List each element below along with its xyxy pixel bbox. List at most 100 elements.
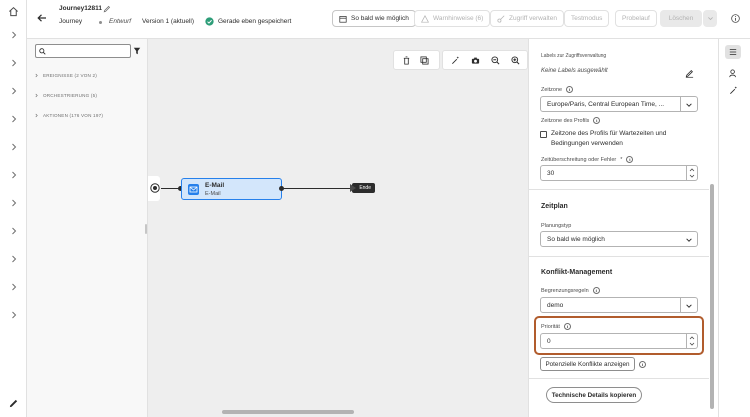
email-icon xyxy=(188,184,199,195)
select-divider xyxy=(680,97,681,111)
back-arrow-icon[interactable] xyxy=(36,12,48,24)
priority-input[interactable]: 0 xyxy=(540,333,698,349)
group-label: AKTIONEN (176 VON 197) xyxy=(43,113,104,118)
schedule-button-label: So bald wie möglich xyxy=(351,15,409,22)
connector-line xyxy=(282,188,352,189)
info-icon[interactable]: i xyxy=(626,156,634,163)
info-icon[interactable]: i xyxy=(592,287,600,294)
status-dot xyxy=(99,21,102,24)
horizontal-scrollbar[interactable] xyxy=(222,410,354,414)
schedule-button[interactable]: So bald wie möglich xyxy=(332,10,416,27)
chevron-right-icon[interactable] xyxy=(9,254,19,264)
show-conflicts-button[interactable]: Potenzielle Konflikte anzeigen xyxy=(540,357,635,371)
chevron-right-icon[interactable] xyxy=(9,86,19,96)
manage-access-button[interactable]: Zugriff verwalten xyxy=(490,10,564,27)
group-actions[interactable]: AKTIONEN (176 VON 197) xyxy=(34,113,103,118)
journey-properties-panel: Labels zur Zugriffsverwaltung Keine Labe… xyxy=(528,39,718,417)
schedule-type-select[interactable]: So bald wie möglich xyxy=(540,231,698,247)
node-subtitle: E-Mail xyxy=(205,191,221,197)
canvas-toolbar-view xyxy=(442,50,528,70)
zoom-out-icon[interactable] xyxy=(491,56,500,65)
email-action-node[interactable]: E-Mail E-Mail xyxy=(181,178,282,200)
dry-run-button[interactable]: Probelauf xyxy=(615,10,657,27)
test-mode-button[interactable]: Testmodus xyxy=(564,10,610,27)
rules-select[interactable]: demo xyxy=(540,297,698,313)
required-marker: * xyxy=(620,156,623,163)
profile-timezone-checkbox[interactable] xyxy=(540,131,547,138)
timeout-stepper[interactable] xyxy=(686,166,697,180)
chevron-right-icon[interactable] xyxy=(9,282,19,292)
magic-wand-icon[interactable] xyxy=(729,86,738,95)
copy-tech-details-button[interactable]: Technische Details kopieren xyxy=(546,387,642,403)
end-arrow-icon xyxy=(350,184,356,192)
info-icon[interactable]: i xyxy=(593,117,601,124)
chevron-down-icon xyxy=(686,304,692,308)
chevron-right-icon[interactable] xyxy=(9,198,19,208)
node-title: E-Mail xyxy=(205,182,225,189)
calendar-icon xyxy=(339,15,347,23)
properties-tab[interactable] xyxy=(725,45,741,59)
delete-button[interactable]: Löschen xyxy=(660,10,702,27)
save-state: Gerade eben gespeichert xyxy=(218,18,292,25)
group-label: ORCHESTRIERUNG (5) xyxy=(43,93,98,98)
timeout-value: 30 xyxy=(547,169,555,177)
timezone-label: Zeitzone i xyxy=(541,86,574,93)
search-input[interactable] xyxy=(35,44,131,58)
group-orchestration[interactable]: ORCHESTRIERUNG (5) xyxy=(34,93,97,98)
chevron-down-icon xyxy=(686,103,692,107)
chevron-right-icon[interactable] xyxy=(9,170,19,180)
chevron-down-icon xyxy=(686,238,692,242)
chevron-right-icon[interactable] xyxy=(9,142,19,152)
schedule-type-label: Planungstyp xyxy=(541,223,572,229)
profile-timezone-label: Zeitzone des Profils i xyxy=(541,117,601,124)
canvas-toolbar-edit xyxy=(393,50,440,70)
timezone-select[interactable]: Europe/Paris, Central European Time, ... xyxy=(540,96,698,112)
journey-type: Journey xyxy=(59,18,83,25)
warnings-button[interactable]: Warnhinweise (6) xyxy=(414,10,491,27)
check-circle-icon xyxy=(205,17,214,26)
priority-label: Priorität i xyxy=(541,323,571,330)
info-icon[interactable]: i xyxy=(639,361,646,368)
chevron-right-icon[interactable] xyxy=(9,30,19,40)
manage-access-label: Zugriff verwalten xyxy=(509,15,557,22)
edit-labels-icon[interactable] xyxy=(685,69,694,78)
info-icon[interactable] xyxy=(731,14,740,23)
priority-value: 0 xyxy=(547,337,551,345)
magic-wand-icon[interactable] xyxy=(451,56,460,65)
journey-name: Journey12811 xyxy=(59,5,103,12)
trash-icon[interactable] xyxy=(402,56,411,65)
info-icon[interactable]: i xyxy=(563,323,571,330)
camera-icon[interactable] xyxy=(471,56,480,65)
user-settings-icon[interactable] xyxy=(729,69,738,78)
pencil-icon[interactable] xyxy=(8,398,19,409)
delete-button-label: Löschen xyxy=(668,15,694,22)
chevron-right-icon[interactable] xyxy=(9,310,19,320)
info-icon[interactable]: i xyxy=(566,86,574,93)
panel-scrollbar[interactable] xyxy=(710,184,714,409)
priority-stepper[interactable] xyxy=(686,334,697,348)
group-events[interactable]: EREIGNISSE (2 VON 2) xyxy=(34,73,97,78)
edit-name-icon[interactable] xyxy=(103,5,111,13)
section-divider xyxy=(529,256,709,257)
more-actions-button[interactable] xyxy=(703,10,717,27)
home-icon[interactable] xyxy=(8,6,19,17)
journey-header: Journey12811 Journey Entwurf Version 1 (… xyxy=(27,0,750,39)
dry-run-label: Probelauf xyxy=(622,15,650,22)
start-icon xyxy=(150,183,160,193)
warnings-button-label: Warnhinweise (6) xyxy=(433,15,484,22)
access-labels-heading: Labels zur Zugriffsverwaltung xyxy=(541,53,607,59)
rules-label-text: Begrenzungsregeln xyxy=(541,287,589,294)
zoom-in-icon[interactable] xyxy=(511,56,520,65)
chevron-right-icon[interactable] xyxy=(9,226,19,236)
chevron-right-icon[interactable] xyxy=(9,58,19,68)
rules-value: demo xyxy=(547,301,564,309)
profile-timezone-checkbox-label: Zeitzone des Profils für Wartezeiten und… xyxy=(551,130,667,147)
panel-resize-handle[interactable] xyxy=(145,224,147,234)
duplicate-icon[interactable] xyxy=(420,56,429,65)
journey-canvas[interactable]: E-Mail E-Mail Ende xyxy=(148,39,528,417)
filter-icon[interactable] xyxy=(133,47,141,55)
timeout-input[interactable]: 30 xyxy=(540,165,698,181)
section-divider xyxy=(529,189,709,190)
chevron-right-icon[interactable] xyxy=(9,114,19,124)
status-badge: Entwurf xyxy=(109,18,132,25)
